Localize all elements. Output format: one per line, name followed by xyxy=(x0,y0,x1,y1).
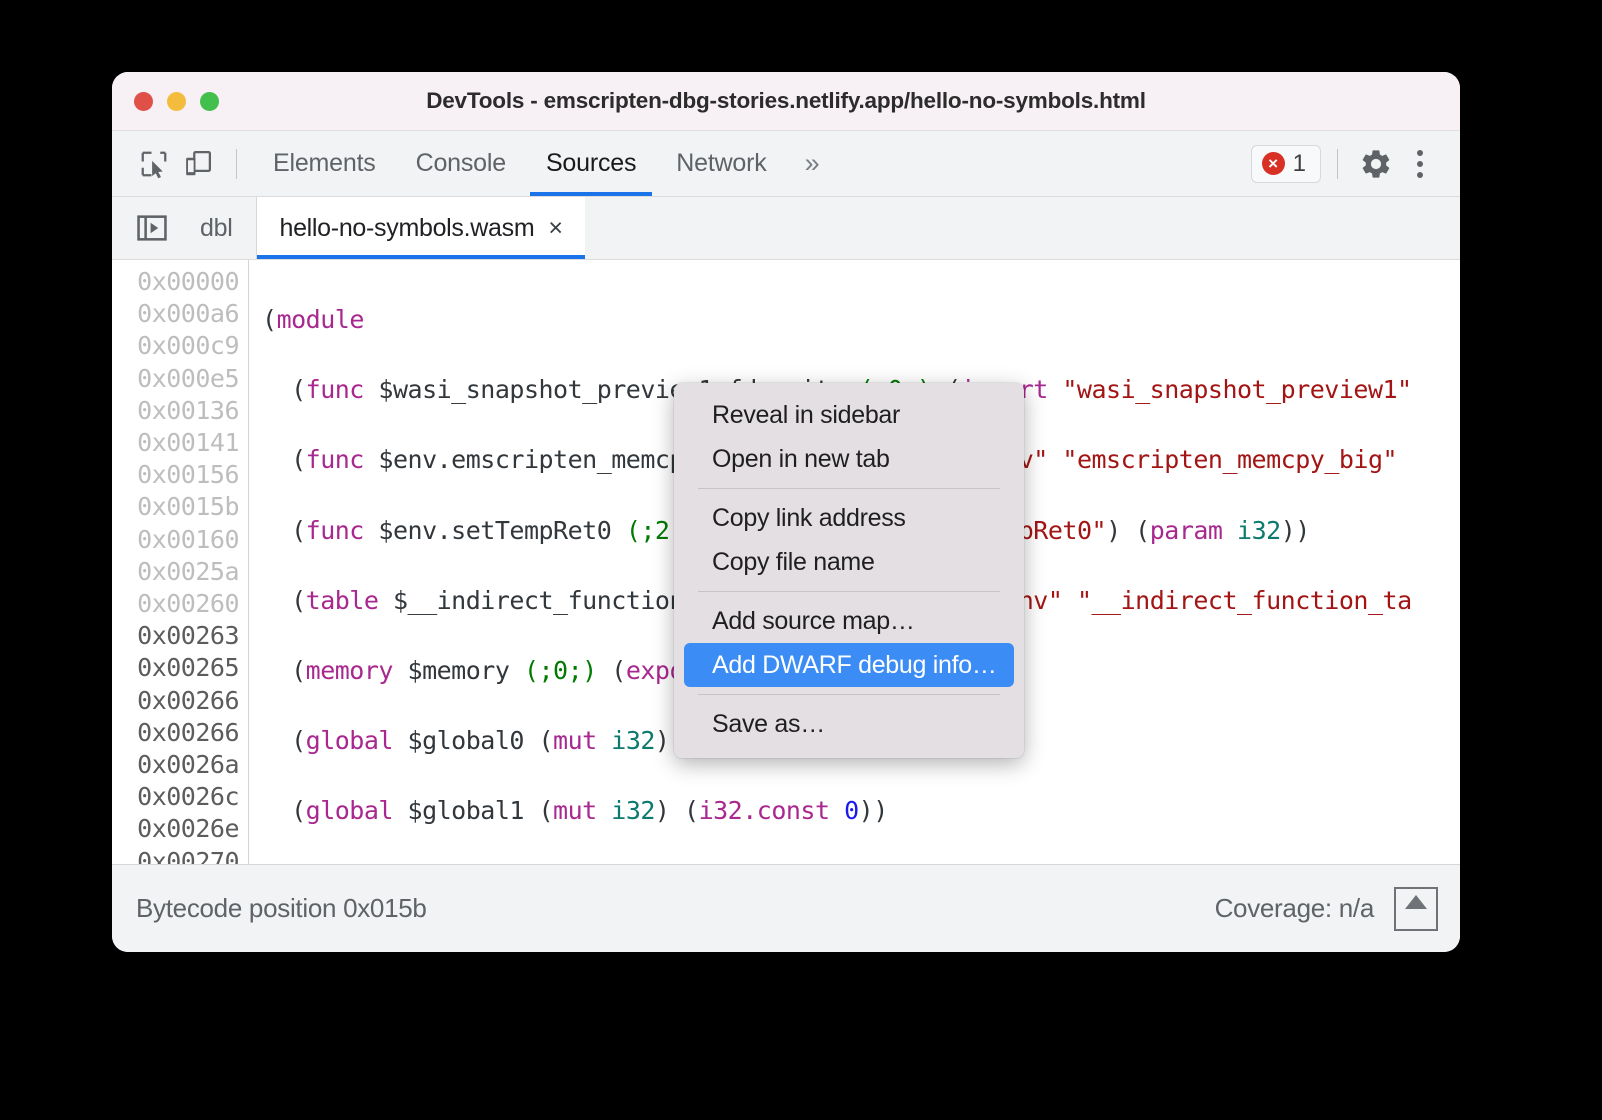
gutter-address: 0x00270 xyxy=(112,846,239,864)
gutter-address: 0x0015b xyxy=(112,491,239,523)
navigator-label[interactable]: dbl xyxy=(192,197,256,259)
gutter-address: 0x000c9 xyxy=(112,330,239,362)
code-line: (module xyxy=(262,304,1460,336)
source-context-menu[interactable]: Reveal in sidebar Open in new tab Copy l… xyxy=(674,383,1024,758)
traffic-light-group xyxy=(112,92,219,111)
zoom-window-icon[interactable] xyxy=(200,92,219,111)
collapse-drawer-icon[interactable] xyxy=(1394,887,1438,931)
gear-icon[interactable] xyxy=(1354,142,1398,186)
triangle-up-glyph xyxy=(1405,895,1427,909)
gutter-address: 0x00266 xyxy=(112,685,239,717)
tab-network-label: Network xyxy=(676,149,766,178)
bytecode-position-label: Bytecode position 0x015b xyxy=(136,893,427,924)
context-menu-item-copy-link-address[interactable]: Copy link address xyxy=(684,496,1014,540)
code-line: (global $global1 (mut i32) (i32.const 0)… xyxy=(262,795,1460,827)
context-menu-item-open-in-new-tab[interactable]: Open in new tab xyxy=(684,437,1014,481)
context-menu-item-save-as[interactable]: Save as… xyxy=(684,702,1014,746)
context-menu-item-add-source-map[interactable]: Add source map… xyxy=(684,599,1014,643)
kebab-menu-icon[interactable] xyxy=(1398,142,1442,186)
close-window-icon[interactable] xyxy=(134,92,153,111)
gutter-address: 0x00000 xyxy=(112,266,239,298)
tab-console[interactable]: Console xyxy=(396,131,526,196)
show-navigator-icon[interactable] xyxy=(112,197,192,259)
device-toolbar-icon[interactable] xyxy=(176,142,220,186)
error-count-label: 1 xyxy=(1293,150,1306,178)
devtools-main-toolbar: Elements Console Sources Network » × 1 xyxy=(112,131,1460,197)
window-title: DevTools - emscripten-dbg-stories.netlif… xyxy=(112,88,1460,114)
tab-sources[interactable]: Sources xyxy=(526,131,656,196)
coverage-label: Coverage: n/a xyxy=(1215,893,1374,924)
inspect-element-icon[interactable] xyxy=(132,142,176,186)
tab-console-label: Console xyxy=(416,149,506,178)
gutter-address: 0x0026e xyxy=(112,813,239,845)
wasm-source-view[interactable]: 0x00000 0x000a6 0x000c9 0x000e5 0x00136 … xyxy=(112,260,1460,864)
window-titlebar: DevTools - emscripten-dbg-stories.netlif… xyxy=(112,72,1460,131)
toolbar-divider xyxy=(236,149,237,179)
gutter-address: 0x0025a xyxy=(112,556,239,588)
context-menu-item-add-dwarf-debug-info[interactable]: Add DWARF debug info… xyxy=(684,643,1014,687)
error-close-icon: × xyxy=(1262,152,1285,175)
gutter-address: 0x0026c xyxy=(112,781,239,813)
gutter-address: 0x00263 xyxy=(112,620,239,652)
gutter-address: 0x00260 xyxy=(112,588,239,620)
gutter-address: 0x00141 xyxy=(112,427,239,459)
error-count-badge[interactable]: × 1 xyxy=(1251,145,1321,183)
gutter-address: 0x00136 xyxy=(112,395,239,427)
toolbar-divider-right xyxy=(1337,149,1338,179)
tab-elements[interactable]: Elements xyxy=(253,131,396,196)
gutter-address: 0x00156 xyxy=(112,459,239,491)
gutter-address: 0x00265 xyxy=(112,652,239,684)
tab-sources-label: Sources xyxy=(546,149,636,178)
file-tab-label: hello-no-symbols.wasm xyxy=(279,214,534,243)
context-menu-separator xyxy=(698,591,1000,592)
kebab-dots xyxy=(1417,150,1423,178)
tab-network[interactable]: Network xyxy=(656,131,786,196)
context-menu-item-copy-file-name[interactable]: Copy file name xyxy=(684,540,1014,584)
gutter-address: 0x00160 xyxy=(112,524,239,556)
gutter-address: 0x00266 xyxy=(112,717,239,749)
more-tabs-chevron-icon[interactable]: » xyxy=(787,148,834,179)
devtools-window: DevTools - emscripten-dbg-stories.netlif… xyxy=(112,72,1460,952)
gutter-address: 0x000a6 xyxy=(112,298,239,330)
gutter-address: 0x0026a xyxy=(112,749,239,781)
close-icon[interactable]: × xyxy=(548,214,562,243)
bytecode-address-gutter: 0x00000 0x000a6 0x000c9 0x000e5 0x00136 … xyxy=(112,260,249,864)
sources-status-bar: Bytecode position 0x015b Coverage: n/a xyxy=(112,864,1460,952)
context-menu-item-reveal-in-sidebar[interactable]: Reveal in sidebar xyxy=(684,393,1014,437)
sources-tabstrip: dbl hello-no-symbols.wasm × xyxy=(112,197,1460,260)
screenshot-root: DevTools - emscripten-dbg-stories.netlif… xyxy=(0,0,1602,1120)
gutter-address: 0x000e5 xyxy=(112,363,239,395)
panel-tab-list: Elements Console Sources Network » xyxy=(253,131,834,196)
tab-elements-label: Elements xyxy=(273,149,376,178)
minimize-window-icon[interactable] xyxy=(167,92,186,111)
file-tab-hello-no-symbols-wasm[interactable]: hello-no-symbols.wasm × xyxy=(257,197,584,259)
context-menu-separator xyxy=(698,488,1000,489)
context-menu-separator xyxy=(698,694,1000,695)
